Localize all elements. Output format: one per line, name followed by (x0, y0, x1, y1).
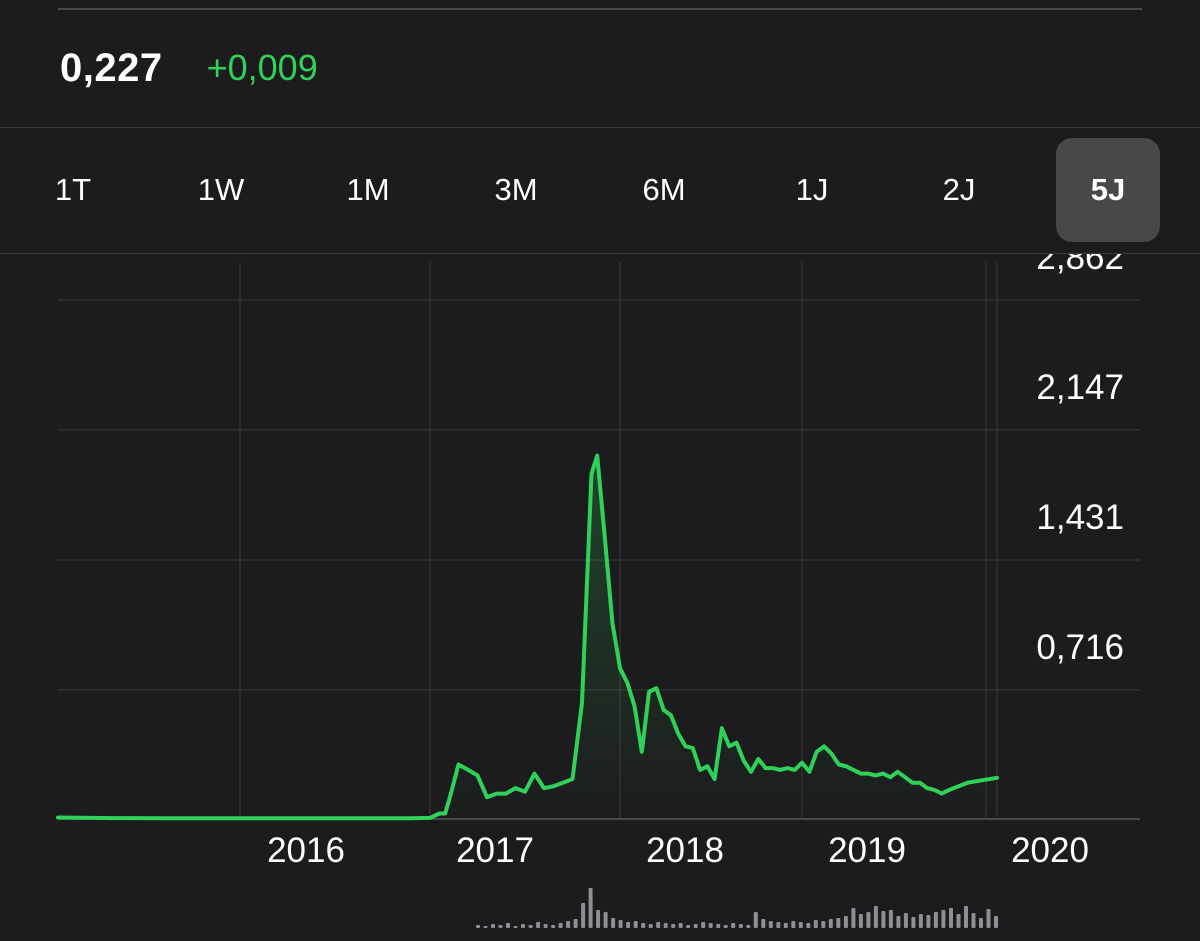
volume-bar (686, 925, 691, 928)
volume-bar (723, 925, 728, 928)
volume-bar (656, 922, 661, 928)
volume-bar (701, 922, 706, 928)
range-button-3m[interactable]: 3M (464, 138, 568, 242)
volume-bar (536, 922, 541, 928)
range-button-5j[interactable]: 5J (1056, 138, 1160, 242)
volume-bar (776, 922, 781, 928)
volume-bar (476, 925, 480, 928)
volume-bar (753, 912, 758, 928)
x-tick-label: 2019 (828, 831, 906, 870)
range-button-6m[interactable]: 6M (612, 138, 716, 242)
volume-bar (716, 924, 721, 928)
x-tick-label: 2016 (267, 831, 345, 870)
volume-bar (506, 923, 510, 928)
volume-bar (641, 923, 646, 928)
volume-bar (633, 921, 638, 928)
volume-bar (866, 912, 871, 928)
range-button-1j[interactable]: 1J (760, 138, 864, 242)
volume-bar (611, 918, 616, 928)
volume-bar (573, 919, 578, 928)
volume-bar (813, 920, 818, 928)
volume-bar (521, 924, 525, 928)
price-chart: 2,862 2,147 1,431 0,716 2016 2017 2018 2019 202… (56, 254, 1140, 928)
price-change: +0,009 (206, 47, 318, 88)
volume-bar (964, 906, 968, 928)
volume-bar (843, 916, 848, 928)
volume-bar (626, 922, 631, 928)
volume-bar (491, 924, 495, 928)
volume-bar (791, 921, 796, 928)
volume-bar (543, 924, 548, 928)
y-tick-label: 2,862 (1036, 254, 1124, 277)
price-row: 0,227 +0,009 (60, 42, 318, 94)
volume-bar (821, 921, 826, 928)
volume-bar (513, 926, 518, 928)
price-series-line (56, 453, 999, 821)
volume-bar (558, 923, 563, 928)
volume-bar (806, 923, 811, 928)
volume-bar (949, 908, 953, 928)
volume-bar (881, 911, 886, 928)
x-tick-label: 2017 (456, 831, 534, 870)
volume-bar (596, 910, 601, 928)
volume-bar (896, 916, 901, 928)
volume-bar (903, 913, 908, 928)
volume-bar (483, 926, 488, 928)
volume-bar (581, 903, 586, 928)
volume-bar (618, 920, 623, 928)
volume-bar (858, 914, 863, 928)
range-button-1m[interactable]: 1M (316, 138, 420, 242)
volume-bar (941, 910, 946, 928)
volume-bar (746, 925, 751, 928)
volume-bar (994, 916, 998, 928)
volume-bar (911, 917, 916, 928)
volume-bar (986, 909, 991, 928)
time-range-selector: 1T 1W 1M 3M 6M 1J 2J 5J (22, 138, 1182, 242)
price-area-fill (58, 455, 997, 819)
volume-bar (648, 924, 653, 928)
volume-bar (603, 912, 608, 928)
volume-bar (888, 910, 893, 928)
current-price: 0,227 (60, 45, 163, 90)
y-tick-label: 1,431 (1036, 498, 1124, 537)
volume-bar (828, 919, 833, 928)
volume-bar (768, 921, 773, 928)
volume-bar (551, 925, 556, 928)
volume-bar (708, 923, 713, 928)
volume-bar (783, 923, 788, 928)
volume-bar (933, 912, 938, 928)
y-tick-label: 0,716 (1036, 628, 1124, 667)
volume-bar (918, 914, 923, 928)
volume-bar (798, 922, 803, 928)
y-tick-label: 2,147 (1036, 368, 1124, 407)
volume-bar (836, 918, 841, 928)
volume-bar (528, 925, 533, 928)
volume-bar (693, 924, 698, 928)
volume-bar (738, 924, 743, 928)
volume-bar (979, 918, 983, 928)
divider (0, 127, 1200, 128)
volume-bar (731, 923, 736, 928)
volume-bar (588, 888, 593, 928)
range-button-2j[interactable]: 2J (907, 138, 1011, 242)
range-button-1t[interactable]: 1T (21, 138, 125, 242)
x-tick-label: 2020 (1011, 831, 1089, 870)
volume-bar (851, 908, 856, 928)
top-rule (58, 0, 1142, 10)
volume-bar (498, 925, 503, 928)
volume-bar (678, 923, 683, 928)
volume-bar (671, 924, 676, 928)
volume-bar (761, 919, 766, 928)
volume-bar (971, 913, 976, 928)
x-tick-label: 2018 (646, 831, 724, 870)
volume-bar (566, 921, 571, 928)
volume-bar (926, 915, 931, 928)
range-button-1w[interactable]: 1W (169, 138, 273, 242)
volume-bar (663, 923, 668, 928)
volume-bar (873, 906, 878, 928)
volume-bar (956, 914, 961, 928)
